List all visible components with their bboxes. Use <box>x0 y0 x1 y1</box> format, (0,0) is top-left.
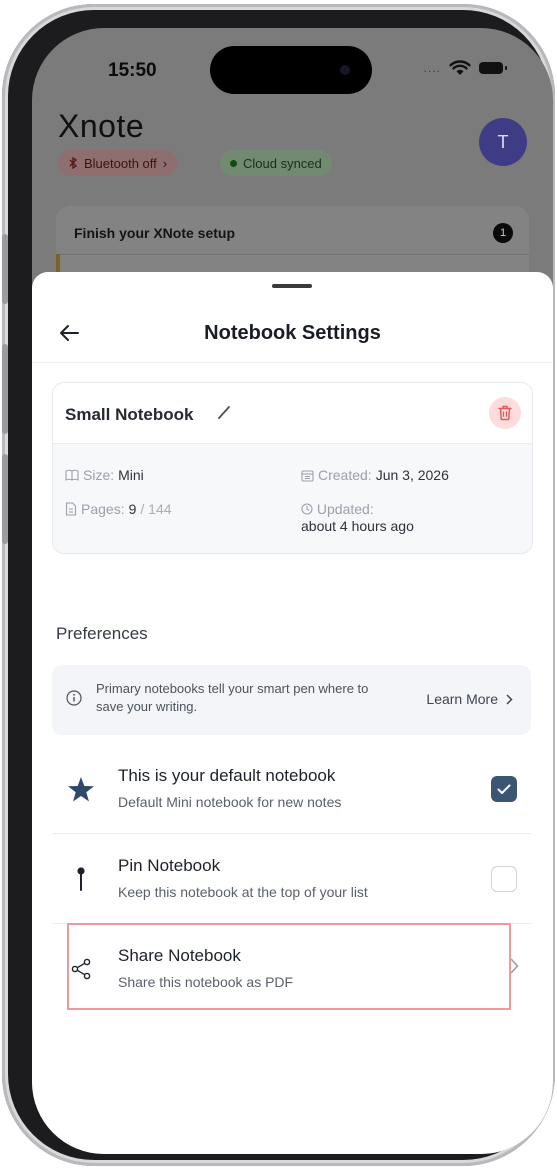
setup-count-badge: 1 <box>493 223 513 243</box>
dynamic-island <box>210 46 372 94</box>
info-icon <box>66 690 82 706</box>
app-logo: Xnote <box>58 108 145 144</box>
volume-up-button <box>2 344 8 434</box>
notebook-settings-sheet: Notebook Settings Small Notebook Size: M… <box>32 272 553 1154</box>
pages-total: / 144 <box>140 501 172 517</box>
pin-icon <box>66 864 96 894</box>
notebook-card-header: Small Notebook <box>53 383 532 444</box>
edit-name-icon[interactable] <box>216 404 232 420</box>
pages-value: 9 <box>128 501 137 517</box>
divider <box>32 362 553 363</box>
created-value: Jun 3, 2026 <box>375 467 449 483</box>
learn-more-label: Learn More <box>426 691 498 707</box>
created-label: Created: <box>318 467 372 483</box>
divider <box>56 254 529 255</box>
row-subtitle: Keep this notebook at the top of your li… <box>118 884 368 900</box>
preferences-heading: Preferences <box>56 624 148 643</box>
size-value: Mini <box>118 467 144 483</box>
wifi-icon <box>449 60 471 75</box>
notebook-info-card: Small Notebook Size: Mini Pages: 9 / 144 <box>52 382 533 554</box>
notebook-updated: Updated: about 4 hours ago <box>301 501 414 535</box>
updated-label: Updated: <box>316 501 374 517</box>
sheet-title: Notebook Settings <box>204 322 381 344</box>
chevron-right-icon <box>510 958 519 974</box>
size-label: Size: <box>83 467 115 483</box>
row-title: Pin Notebook <box>118 856 221 875</box>
checkmark-icon <box>497 784 511 794</box>
row-title: This is your default notebook <box>118 766 336 785</box>
chevron-right-icon <box>506 693 513 705</box>
pin-notebook-row[interactable]: Pin Notebook Keep this notebook at the t… <box>52 834 531 922</box>
updated-value: about 4 hours ago <box>301 518 414 534</box>
learn-more-link[interactable]: Learn More <box>426 691 513 707</box>
status-time: 15:50 <box>108 60 157 81</box>
info-text: Primary notebooks tell your smart pen wh… <box>96 681 369 714</box>
screen: 15:50 .... Xnote T Bluetooth off › Cloud… <box>32 28 553 1154</box>
clock-icon <box>301 503 313 515</box>
bluetooth-off-icon <box>69 157 78 169</box>
bluetooth-status-label: Bluetooth off <box>84 155 157 171</box>
pages-label: Pages: <box>81 501 125 517</box>
chevron-right-icon: › <box>162 155 168 171</box>
cloud-status-chip: Cloud synced <box>220 150 332 176</box>
star-icon <box>66 774 96 804</box>
cloud-status-label: Cloud synced <box>243 155 322 171</box>
info-banner: Primary notebooks tell your smart pen wh… <box>52 665 531 735</box>
default-notebook-checkbox[interactable] <box>491 776 517 802</box>
pin-notebook-checkbox[interactable] <box>491 866 517 892</box>
notebook-size: Size: Mini <box>65 467 144 483</box>
default-notebook-row[interactable]: This is your default notebook Default Mi… <box>52 744 531 832</box>
trash-icon <box>498 405 512 421</box>
status-icons: .... <box>423 60 507 76</box>
camera-icon <box>340 65 350 75</box>
notebook-name: Small Notebook <box>65 405 194 424</box>
bluetooth-status-chip[interactable]: Bluetooth off › <box>58 150 178 176</box>
page-icon <box>65 502 77 516</box>
row-subtitle: Default Mini notebook for new notes <box>118 794 342 810</box>
avatar-initial: T <box>497 131 509 152</box>
signal-dots: .... <box>423 61 441 75</box>
book-icon <box>65 469 79 481</box>
calendar-icon <box>301 469 314 482</box>
notebook-created: Created: Jun 3, 2026 <box>301 467 449 483</box>
battery-icon <box>479 62 507 74</box>
mute-switch <box>2 234 8 304</box>
share-row-highlight <box>67 923 511 1010</box>
setup-card-title: Finish your XNote setup <box>74 225 236 241</box>
volume-down-button <box>2 454 8 544</box>
sync-dot-icon <box>230 159 237 167</box>
sheet-drag-handle[interactable] <box>272 284 312 288</box>
phone-frame: 15:50 .... Xnote T Bluetooth off › Cloud… <box>2 4 555 1166</box>
avatar[interactable]: T <box>479 118 527 166</box>
notebook-pages: Pages: 9 / 144 <box>65 501 172 517</box>
delete-notebook-button[interactable] <box>489 397 521 429</box>
